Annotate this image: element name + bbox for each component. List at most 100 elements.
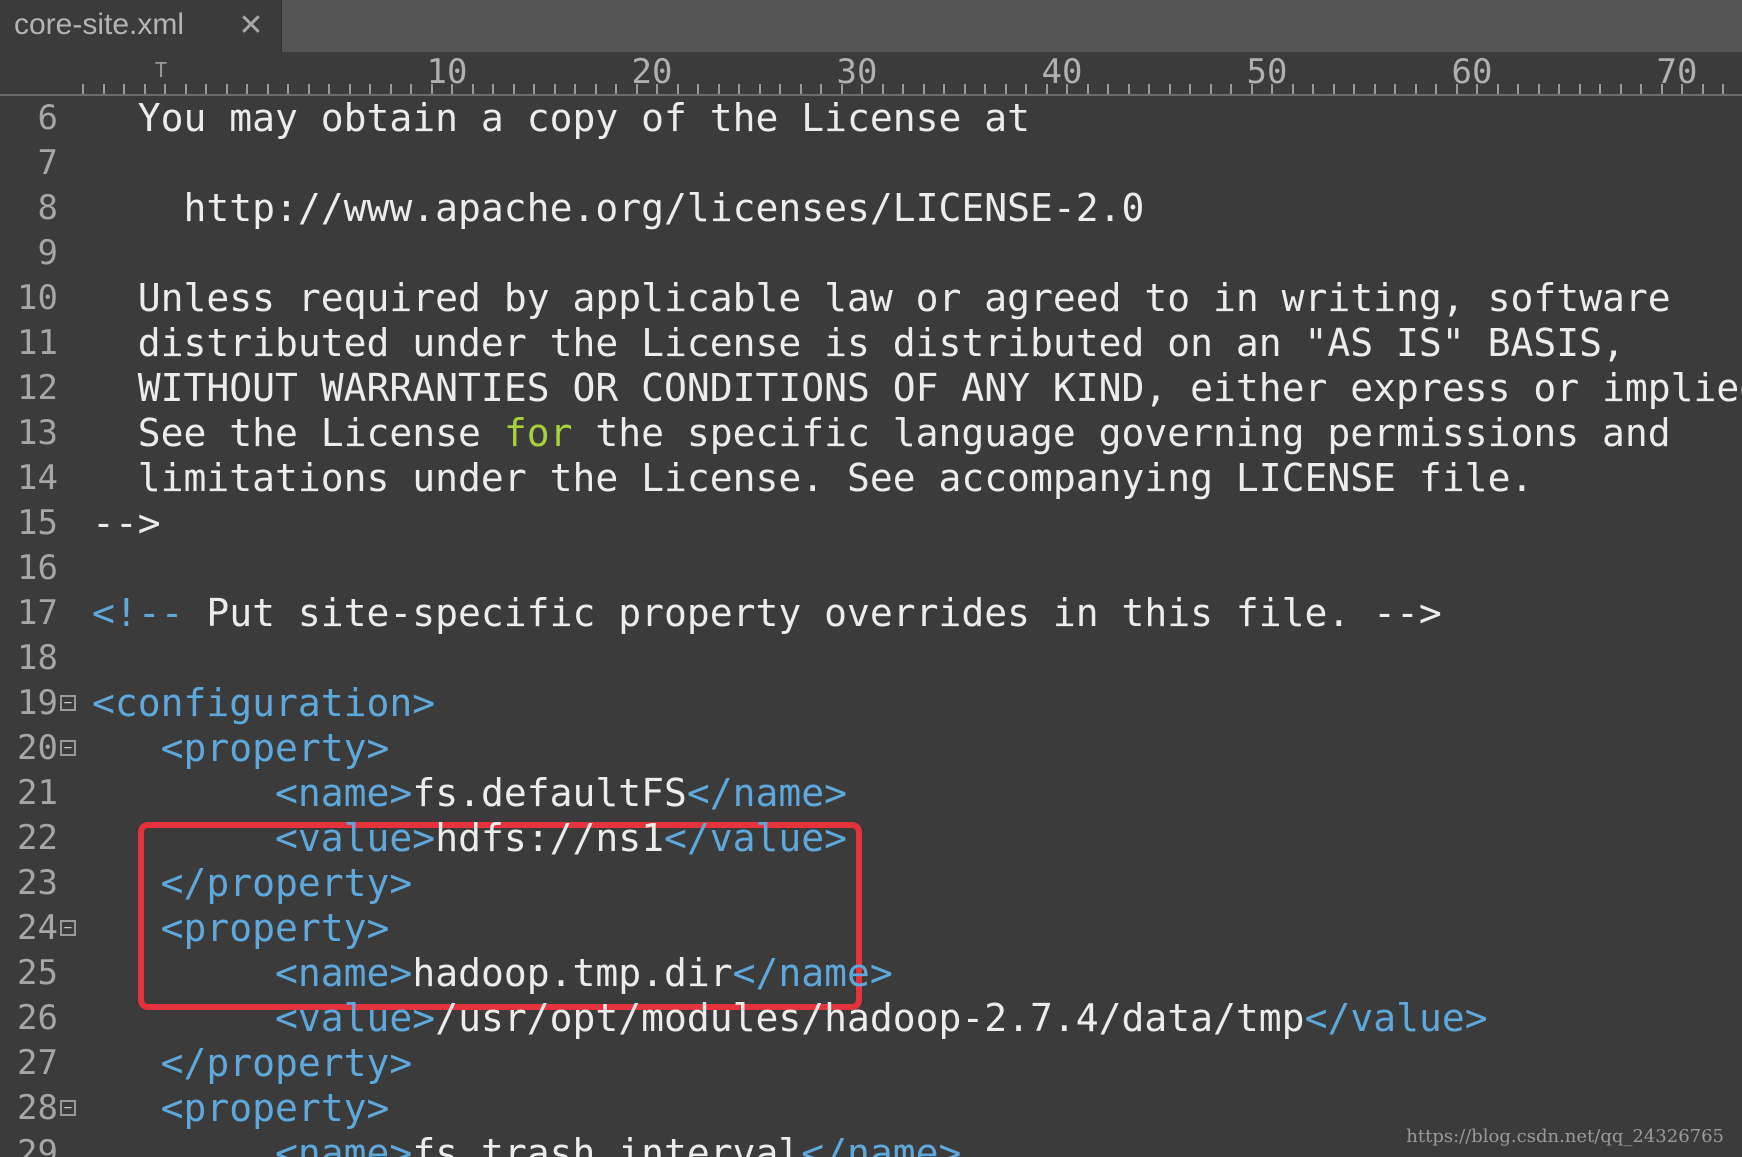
code-token: /usr/opt/modules/hadoop-2.7.4/data/tmp <box>435 996 1305 1040</box>
line-number: 9 <box>37 233 58 273</box>
code-line[interactable]: 7 <box>0 141 1742 186</box>
ruler-tick <box>574 84 576 94</box>
ruler-tick <box>1005 84 1007 94</box>
ruler-tick <box>759 84 761 94</box>
ruler-tick <box>513 84 515 94</box>
code-token: </value> <box>1304 996 1488 1040</box>
code-line[interactable]: 24− <property> <box>0 906 1742 951</box>
line-number: 8 <box>37 188 58 228</box>
code-text: <value>/usr/opt/modules/hadoop-2.7.4/dat… <box>92 996 1488 1041</box>
ruler-tick <box>1476 84 1478 94</box>
code-line[interactable]: 19− <configuration> <box>0 681 1742 726</box>
code-token: </name> <box>686 771 848 815</box>
fold-collapse-icon[interactable]: − <box>60 695 76 711</box>
fold-collapse-icon[interactable]: − <box>60 1100 76 1116</box>
code-line[interactable]: 26 <value>/usr/opt/modules/hadoop-2.7.4/… <box>0 996 1742 1041</box>
code-line[interactable]: 27 </property> <box>0 1041 1742 1086</box>
code-token: <value> <box>275 996 436 1040</box>
ruler-caret-marker: T <box>155 58 168 82</box>
ruler-tick <box>1230 84 1232 94</box>
ruler-tick <box>1415 84 1417 94</box>
ruler-tick <box>185 84 187 94</box>
code-text: <property> <box>92 906 390 951</box>
ruler-tick <box>451 84 453 94</box>
code-text: <!-- Put site-specific property override… <box>92 591 1442 636</box>
code-line[interactable]: 8 http://www.apache.org/licenses/LICENSE… <box>0 186 1742 231</box>
code-line[interactable]: 17 <!-- Put site-specific property overri… <box>0 591 1742 636</box>
ruler-tick <box>226 84 228 94</box>
ruler-tick <box>964 84 966 94</box>
code-line[interactable]: 13 See the License for the specific lang… <box>0 411 1742 456</box>
code-line[interactable]: 9 <box>0 231 1742 276</box>
ruler-tick <box>1087 84 1089 94</box>
ruler-tick <box>984 84 986 94</box>
ruler-tick <box>595 84 597 94</box>
code-text: <name>hadoop.tmp.dir</name> <box>92 951 893 996</box>
code-line[interactable]: 10 Unless required by applicable law or … <box>0 276 1742 321</box>
ruler-tick <box>328 84 330 94</box>
code-text: limitations under the License. See accom… <box>92 456 1534 501</box>
code-text: <property> <box>92 1086 390 1131</box>
code-editor[interactable]: 6 You may obtain a copy of the License a… <box>0 96 1742 1157</box>
close-icon[interactable]: ✕ <box>238 8 264 44</box>
line-number: 6 <box>37 98 58 138</box>
ruler-tick <box>1558 84 1560 94</box>
code-line[interactable]: 16 <box>0 546 1742 591</box>
code-token: See the License <box>137 411 504 455</box>
line-number: 15 <box>17 503 58 543</box>
code-line[interactable]: 6 You may obtain a copy of the License a… <box>0 96 1742 141</box>
code-token: http://www.apache.org/licenses/LICENSE-2… <box>183 186 1145 230</box>
code-line[interactable]: 28− <property> <box>0 1086 1742 1131</box>
ruler-tick <box>1374 84 1376 94</box>
ruler-tick <box>1169 84 1171 94</box>
ruler-tick <box>1271 84 1273 94</box>
line-number: 26 <box>17 998 58 1038</box>
code-line[interactable]: 18 <box>0 636 1742 681</box>
ruler-tick <box>308 84 310 94</box>
code-text: See the License for the specific languag… <box>92 411 1671 456</box>
code-line[interactable]: 20− <property> <box>0 726 1742 771</box>
line-number: 21 <box>17 773 58 813</box>
code-line[interactable]: 23 </property> <box>0 861 1742 906</box>
code-line[interactable]: 14 limitations under the License. See ac… <box>0 456 1742 501</box>
code-line[interactable]: 25 <name>hadoop.tmp.dir</name> <box>0 951 1742 996</box>
ruler-tick <box>103 84 105 94</box>
fold-collapse-icon[interactable]: − <box>60 740 76 756</box>
code-token: </name> <box>732 951 893 995</box>
code-line[interactable]: 21 <name>fs.defaultFS</name> <box>0 771 1742 816</box>
ruler-tick <box>1128 84 1130 94</box>
code-token: limitations under the License. See accom… <box>137 456 1534 500</box>
ruler-tick <box>1251 84 1253 94</box>
code-token: </name> <box>801 1131 962 1157</box>
ruler-tick <box>1353 84 1355 94</box>
line-number: 29 <box>17 1133 58 1157</box>
code-line[interactable]: 11 distributed under the License is dist… <box>0 321 1742 366</box>
ruler-tick <box>820 84 822 94</box>
ruler-tick <box>533 84 535 94</box>
line-number: 13 <box>17 413 58 453</box>
code-token: hdfs://ns1 <box>435 816 664 860</box>
code-token: distributed under the License is distrib… <box>137 321 1625 365</box>
ruler-tick <box>697 84 699 94</box>
code-line[interactable]: 22 <value>hdfs://ns1</value> <box>0 816 1742 861</box>
ruler-tick <box>431 84 433 94</box>
code-line[interactable]: 12 WITHOUT WARRANTIES OR CONDITIONS OF A… <box>0 366 1742 411</box>
code-token: <name> <box>275 771 413 815</box>
tab-core-site-xml[interactable]: core-site.xml ✕ <box>0 0 282 52</box>
line-number: 20 <box>17 728 58 768</box>
ruler-tick <box>800 84 802 94</box>
ruler-tick <box>1066 84 1068 94</box>
code-token: WITHOUT WARRANTIES OR CONDITIONS OF ANY … <box>137 366 1742 410</box>
code-text: You may obtain a copy of the License at <box>92 96 1030 141</box>
watermark: https://blog.csdn.net/qq_24326765 <box>1406 1126 1724 1147</box>
fold-collapse-icon[interactable]: − <box>60 920 76 936</box>
ruler-tick <box>1189 84 1191 94</box>
code-token: <property> <box>160 906 390 950</box>
code-text: http://www.apache.org/licenses/LICENSE-2… <box>92 186 1145 231</box>
ruler-tick <box>1681 84 1683 94</box>
line-number: 17 <box>17 593 58 633</box>
line-number: 10 <box>17 278 58 318</box>
ruler-tick <box>882 84 884 94</box>
code-line[interactable]: 15 --> <box>0 501 1742 546</box>
code-text: <name>fs.defaultFS</name> <box>92 771 847 816</box>
